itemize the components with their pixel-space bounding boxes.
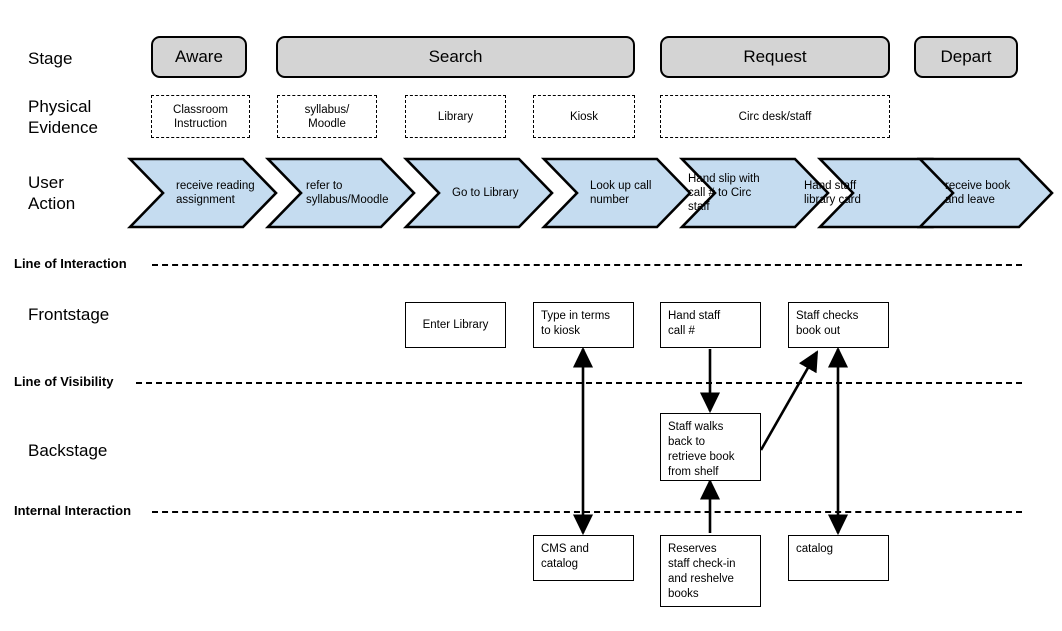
- row-label-frontstage: Frontstage: [28, 305, 110, 324]
- line-label-visibility: Line of Visibility: [14, 374, 114, 389]
- user-action-label-receive-book-and-leave: receive book and leave: [945, 180, 1011, 206]
- evidence-box-kiosk[interactable]: Kiosk: [533, 95, 635, 138]
- line-of-internal-interaction: [152, 511, 1022, 513]
- user-action-label-refer-to-syllabus: refer to syllabus/Moodle: [306, 180, 389, 206]
- user-action-label-hand-slip-call-number: Hand slip with call # to Circ staff: [688, 173, 760, 213]
- frontstage-box-staff-checks-book-out[interactable]: Staff checks book out: [788, 302, 889, 348]
- user-action-label-hand-staff-library-card: Hand staff library card: [804, 180, 861, 206]
- row-label-stage: Stage: [28, 49, 73, 68]
- frontstage-box-hand-staff-call-number[interactable]: Hand staff call #: [660, 302, 761, 348]
- evidence-box-circ-desk-staff[interactable]: Circ desk/staff: [660, 95, 890, 138]
- evidence-box-syllabus-moodle[interactable]: syllabus/ Moodle: [277, 95, 377, 138]
- stage-pill-depart[interactable]: Depart: [914, 36, 1018, 78]
- stage-pill-search[interactable]: Search: [276, 36, 635, 78]
- support-box-cms-and-catalog[interactable]: CMS and catalog: [533, 535, 634, 581]
- stage-pill-request[interactable]: Request: [660, 36, 890, 78]
- frontstage-box-enter-library[interactable]: Enter Library: [405, 302, 506, 348]
- line-of-visibility: [136, 382, 1022, 384]
- stage-label: Aware: [175, 47, 223, 66]
- service-blueprint: Stage Physical Evidence User Action Fron…: [0, 0, 1062, 631]
- support-box-catalog[interactable]: catalog: [788, 535, 889, 581]
- row-label-user-action: User Action: [28, 173, 76, 213]
- user-action-label-look-up-call-number: Look up call number: [590, 180, 652, 206]
- frontstage-box-type-in-terms-to-kiosk[interactable]: Type in terms to kiosk: [533, 302, 634, 348]
- row-label-backstage: Backstage: [28, 441, 108, 460]
- stage-pill-aware[interactable]: Aware: [151, 36, 247, 78]
- backstage-box-staff-walks-back-retrieve-book[interactable]: Staff walks back to retrieve book from s…: [660, 413, 761, 481]
- stage-label: Request: [743, 47, 807, 66]
- user-action-label-receive-reading-assignment: receive reading assignment: [176, 180, 255, 206]
- stage-label: Depart: [940, 47, 992, 66]
- stage-label: Search: [428, 47, 483, 66]
- line-of-interaction: [152, 264, 1022, 266]
- support-box-reserves-staff-check-in[interactable]: Reserves staff check-in and reshelve boo…: [660, 535, 761, 607]
- user-action-label-go-to-library: Go to Library: [452, 187, 519, 199]
- evidence-box-library[interactable]: Library: [405, 95, 506, 138]
- line-label-interaction: Line of Interaction: [14, 256, 127, 271]
- line-label-internal-interaction: Internal Interaction: [14, 503, 132, 518]
- evidence-box-classroom-instruction[interactable]: Classroom Instruction: [151, 95, 250, 138]
- row-label-physical-evidence: Physical Evidence: [28, 97, 98, 137]
